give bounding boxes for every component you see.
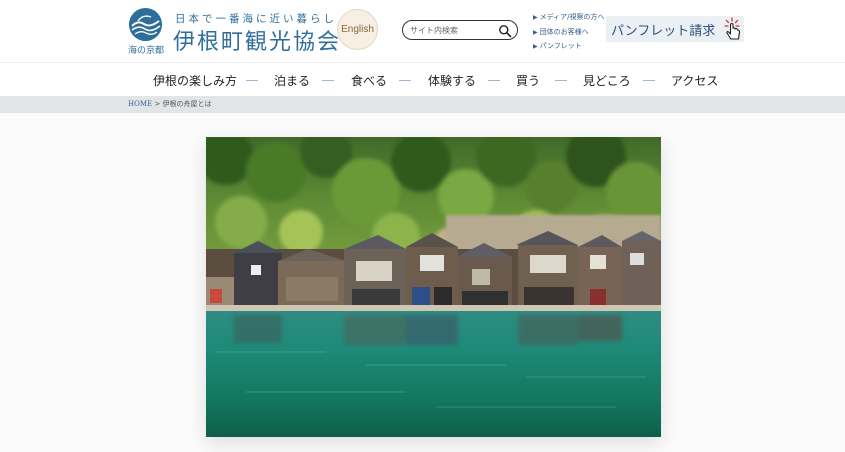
english-button[interactable]: English [337,9,378,50]
nav-item-eat[interactable]: 食べる [351,72,387,89]
nav-item-stay[interactable]: 泊まる [274,72,310,89]
nav-item-access[interactable]: アクセス [671,72,718,89]
site-header: 海の京都 日本で一番海に近い暮らし 伊根町観光協会 English ▶メディア/… [0,0,845,62]
logo-subtitle: 海の京都 [127,46,164,56]
quick-link-label: パンフレット [539,42,582,50]
hero-illustration [206,137,661,437]
breadcrumb: HOME > 伊根の舟屋とは [0,96,845,113]
nav-item-shop[interactable]: 買う [516,72,540,89]
quick-link-pamphlet[interactable]: ▶ パンフレット [533,39,605,54]
nav-separator [322,80,334,81]
quick-link-groups[interactable]: ▶ 団体のお客様へ [533,25,605,40]
search-box [402,20,518,40]
quick-link-label: メディア/視察の方へ [539,13,605,21]
breadcrumb-current: 伊根の舟屋とは [162,100,212,108]
nav-item-experience[interactable]: 体験する [428,72,476,89]
quick-links: ▶ メディア/視察の方へ ▶ 団体のお客様へ ▶ パンフレット [533,10,605,54]
search-input[interactable] [410,23,498,37]
nav-item-enjoy[interactable]: 伊根の楽しみ方 [153,72,237,89]
nav-separator [488,80,500,81]
breadcrumb-home[interactable]: HOME [128,100,152,108]
site-title[interactable]: 伊根町観光協会 [173,24,341,56]
triangle-right-icon: ▶ [533,43,538,50]
nav-separator [555,80,567,81]
nav-item-sights[interactable]: 見どころ [583,72,631,89]
hero-image-funaya-boathouses [206,137,661,437]
triangle-right-icon: ▶ [533,28,538,36]
nav-separator [399,80,411,81]
breadcrumb-separator: > [152,100,163,108]
nav-separator [643,80,655,81]
nav-separator [246,80,258,81]
quick-link-label: 団体のお客様へ [539,27,589,36]
site-logo[interactable]: 海の京都 [126,6,166,56]
pamphlet-request-button[interactable]: パンフレット請求 [606,16,744,42]
hand-pointer-icon [723,17,743,41]
triangle-right-icon: ▶ [533,14,538,21]
search-icon[interactable] [498,23,512,38]
pamphlet-request-label: パンフレット請求 [611,24,716,39]
wave-logo-icon [129,8,162,41]
breadcrumb-trail: HOME > 伊根の舟屋とは [128,99,211,109]
quick-link-media[interactable]: ▶ メディア/視察の方へ [533,10,605,25]
main-nav: 伊根の楽しみ方 泊まる 食べる 体験する 買う 見どころ アクセス [0,62,845,96]
